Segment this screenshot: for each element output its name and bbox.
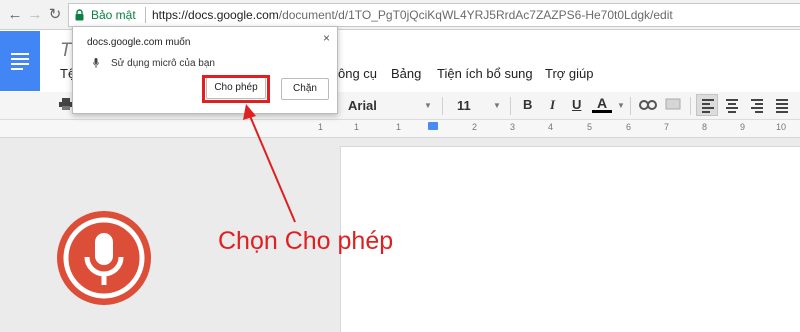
allow-button-highlight bbox=[202, 75, 270, 103]
ruler-label: 5 bbox=[587, 122, 593, 132]
url-domain: https://docs.google.com bbox=[152, 8, 279, 22]
ruler-label: 7 bbox=[664, 122, 670, 132]
bold-button[interactable]: B bbox=[523, 97, 532, 112]
ruler-label: 9 bbox=[740, 122, 746, 132]
menu-item-table[interactable]: Bảng bbox=[391, 66, 421, 81]
chevron-down-icon[interactable]: ▼ bbox=[424, 101, 432, 110]
block-button[interactable]: Chặn bbox=[281, 78, 329, 100]
align-left-icon[interactable] bbox=[696, 94, 718, 116]
close-icon[interactable]: × bbox=[323, 31, 330, 45]
ruler-label: 4 bbox=[548, 122, 554, 132]
dialog-title: docs.google.com muốn bbox=[87, 37, 191, 48]
permission-text: Sử dụng micrô của bạn bbox=[111, 58, 215, 69]
print-icon[interactable] bbox=[59, 98, 73, 110]
font-size-select[interactable]: 11 bbox=[457, 98, 471, 113]
address-separator bbox=[145, 7, 146, 23]
voice-typing-badge bbox=[57, 211, 151, 305]
url-text[interactable]: https://docs.google.com/document/d/1TO_P… bbox=[152, 8, 673, 22]
align-right-icon[interactable] bbox=[746, 94, 768, 116]
ruler-label: 10 bbox=[776, 122, 787, 132]
docs-logo-icon[interactable] bbox=[0, 31, 40, 91]
link-icon[interactable] bbox=[639, 100, 657, 110]
microphone-icon bbox=[93, 58, 99, 68]
document-page[interactable] bbox=[340, 146, 800, 332]
chevron-down-icon[interactable]: ▼ bbox=[617, 101, 625, 110]
text-color-button[interactable]: A bbox=[597, 95, 607, 111]
font-family-select[interactable]: Arial bbox=[348, 98, 377, 113]
url-path: /document/d/1TO_PgT0jQciKqWL4YRJ5RrdAc7Z… bbox=[278, 8, 673, 22]
text-color-swatch bbox=[592, 110, 612, 113]
italic-button[interactable]: I bbox=[550, 97, 555, 113]
ruler-label: 2 bbox=[472, 122, 478, 132]
ruler-label: 8 bbox=[702, 122, 708, 132]
forward-arrow-icon[interactable]: → bbox=[26, 6, 44, 24]
ruler-label: 3 bbox=[510, 122, 516, 132]
ruler[interactable]: 1 1 1 2 3 4 5 6 7 8 9 10 bbox=[0, 120, 800, 138]
back-arrow-icon[interactable]: ← bbox=[6, 6, 24, 24]
underline-button[interactable]: U bbox=[572, 97, 581, 112]
microphone-icon bbox=[63, 217, 145, 299]
menu-item-help[interactable]: Trợ giúp bbox=[545, 66, 594, 81]
doc-title[interactable]: T bbox=[60, 40, 72, 62]
ruler-label: 1 bbox=[354, 122, 360, 132]
menu-item-addons[interactable]: Tiện ích bổ sung bbox=[437, 66, 533, 81]
ruler-label: 1 bbox=[396, 122, 402, 132]
align-justify-icon[interactable] bbox=[771, 94, 793, 116]
address-bar[interactable]: Bảo mật https://docs.google.com/document… bbox=[68, 3, 800, 27]
comment-icon[interactable] bbox=[665, 98, 681, 112]
ruler-label: 1 bbox=[318, 122, 324, 132]
annotation-caption: Chọn Cho phép bbox=[218, 227, 394, 255]
reload-icon[interactable]: ↻ bbox=[46, 6, 64, 24]
indent-marker[interactable] bbox=[428, 122, 438, 130]
align-center-icon[interactable] bbox=[721, 94, 743, 116]
lock-icon bbox=[75, 9, 84, 21]
secure-label: Bảo mật bbox=[91, 8, 136, 22]
chevron-down-icon[interactable]: ▼ bbox=[493, 101, 501, 110]
ruler-label: 6 bbox=[626, 122, 632, 132]
menu-item-tools[interactable]: ông cụ bbox=[338, 66, 377, 81]
